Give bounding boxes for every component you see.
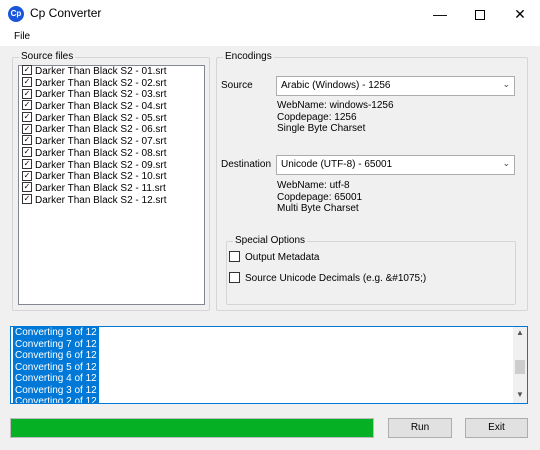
checkbox-checked-icon[interactable]: ✓ [22,100,32,111]
log-scrollbar[interactable]: ▲ ▼ [513,327,527,403]
source-codepage: Copdepage: 1256 [277,111,357,123]
log-line: Converting 2 of 12 [13,396,99,403]
checkbox-checked-icon[interactable]: ✓ [22,158,32,169]
list-item-label: Darker Than Black S2 - 04.srt [35,101,167,113]
source-files-list[interactable]: ✓ Darker Than Black S2 - 01.srt ✓ Darker Th… [18,65,205,305]
checkbox-checked-icon[interactable]: ✓ [22,123,32,134]
log-line: Converting 7 of 12 [13,338,99,350]
checkbox-checked-icon[interactable]: ✓ [22,170,32,181]
output-metadata-checkbox[interactable]: Output Metadata [229,251,320,264]
minimize-button[interactable]: — [420,0,460,28]
list-item[interactable]: ✓ Darker Than Black S2 - 12.srt [19,193,204,207]
source-label: Source [221,80,253,91]
encodings-title: Encodings [223,51,274,62]
log-lines: Converting 8 of 12 Converting 7 of 12 Conv… [13,327,99,403]
list-item-label: Darker Than Black S2 - 03.srt [35,89,167,101]
checkbox-checked-icon[interactable]: ✓ [22,112,32,123]
list-item-label: Darker Than Black S2 - 06.srt [35,124,167,136]
checkbox-checked-icon[interactable]: ✓ [22,65,32,76]
list-item-label: Darker Than Black S2 - 01.srt [35,66,167,77]
list-item[interactable]: ✓ Darker Than Black S2 - 04.srt [19,100,204,113]
list-item-label: Darker Than Black S2 - 11.srt [35,182,166,194]
source-encoding-select[interactable]: Arabic (Windows) - 1256 ⌄ [276,76,515,96]
chevron-down-icon: ⌄ [502,158,510,168]
log-list[interactable]: Converting 8 of 12 Converting 7 of 12 Conv… [10,326,528,404]
destination-info: WebName: utf-8 Copdepage: 65001 Multi By… [277,180,362,215]
run-button[interactable]: Run [388,418,452,438]
menu-bar: File [0,28,540,46]
source-webname: WebName: windows-1256 [277,100,394,111]
destination-label: Destination [221,159,272,170]
list-item[interactable]: ✓ Darker Than Black S2 - 09.srt [19,158,204,172]
list-item-label: Darker Than Black S2 - 10.srt [35,171,167,183]
list-item[interactable]: ✓ Darker Than Black S2 - 01.srt [19,65,204,78]
destination-encoding-select[interactable]: Unicode (UTF-8) - 65001 ⌄ [276,155,515,175]
output-metadata-label: Output Metadata [245,252,320,264]
source-files-title: Source files [19,51,76,62]
checkbox-checked-icon[interactable]: ✓ [22,135,32,146]
maximize-icon [475,10,485,21]
list-item-label: Darker Than Black S2 - 07.srt [35,136,167,148]
close-button[interactable]: ✕ [500,0,540,28]
source-info: WebName: windows-1256 Copdepage: 1256 Si… [277,100,394,135]
list-item-label: Darker Than Black S2 - 12.srt [35,194,167,206]
checkbox-checked-icon[interactable]: ✓ [22,77,32,88]
destination-charset: Multi Byte Charset [277,203,359,214]
chevron-down-icon: ⌄ [502,79,510,89]
log-line: Converting 6 of 12 [13,350,99,362]
checkbox-unchecked-icon [229,251,240,262]
log-line: Converting 5 of 12 [13,361,99,373]
source-unicode-decimals-checkbox[interactable]: Source Unicode Decimals (e.g. &#1075;) [229,272,427,285]
exit-button[interactable]: Exit [465,418,528,438]
list-item[interactable]: ✓ Darker Than Black S2 - 03.srt [19,88,204,101]
checkbox-checked-icon[interactable]: ✓ [22,193,32,204]
scroll-down-icon[interactable]: ▼ [513,390,527,402]
log-line: Converting 4 of 12 [13,373,99,385]
list-item-label: Darker Than Black S2 - 09.srt [35,159,167,171]
log-line: Converting 3 of 12 [13,384,99,396]
scroll-thumb[interactable] [515,360,525,374]
checkbox-checked-icon[interactable]: ✓ [22,182,32,193]
window-title: Cp Converter [30,6,102,20]
checkbox-checked-icon[interactable]: ✓ [22,147,32,158]
progress-fill [11,419,373,437]
source-encoding-value: Arabic (Windows) - 1256 [281,80,391,91]
list-item[interactable]: ✓ Darker Than Black S2 - 07.srt [19,135,204,148]
destination-codepage: Copdepage: 65001 [277,191,363,203]
checkbox-unchecked-icon [229,272,240,283]
scroll-up-icon[interactable]: ▲ [513,328,527,340]
list-item-label: Darker Than Black S2 - 05.srt [35,112,167,124]
maximize-button[interactable] [460,0,500,28]
source-unicode-decimals-label: Source Unicode Decimals (e.g. &#1075;) [245,273,427,285]
source-charset: Single Byte Charset [277,123,366,134]
list-item[interactable]: ✓ Darker Than Black S2 - 08.srt [19,147,204,160]
app-icon: Cp [8,6,24,22]
special-options-title: Special Options [233,235,308,246]
destination-encoding-value: Unicode (UTF-8) - 65001 [281,159,393,170]
menu-file[interactable]: File [14,31,30,42]
title-bar: Cp Cp Converter — ✕ [0,0,540,28]
checkbox-checked-icon[interactable]: ✓ [22,88,32,99]
list-item[interactable]: ✓ Darker Than Black S2 - 11.srt [19,182,204,195]
list-item[interactable]: ✓ Darker Than Black S2 - 06.srt [19,123,204,136]
list-item[interactable]: ✓ Darker Than Black S2 - 05.srt [19,112,204,125]
list-item[interactable]: ✓ Darker Than Black S2 - 02.srt [19,77,204,90]
list-item-label: Darker Than Black S2 - 02.srt [35,77,167,89]
list-item[interactable]: ✓ Darker Than Black S2 - 10.srt [19,170,204,183]
destination-webname: WebName: utf-8 [277,180,350,191]
log-line: Converting 8 of 12 [13,327,99,339]
list-item-label: Darker Than Black S2 - 08.srt [35,147,167,159]
progress-bar [10,418,374,438]
